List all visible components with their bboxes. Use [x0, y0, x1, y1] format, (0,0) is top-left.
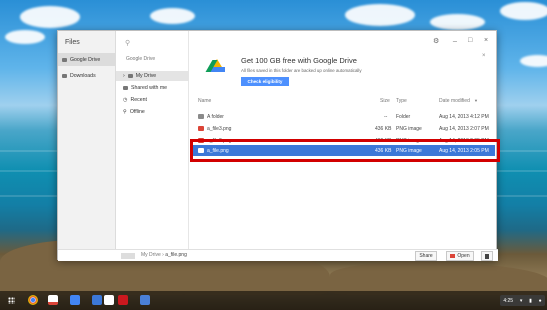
files-app-icon[interactable]: [140, 295, 150, 305]
pin-icon: ⚲: [123, 109, 127, 115]
gmail-icon[interactable]: [48, 295, 58, 305]
clock-icon: ◷: [123, 97, 128, 103]
sort-arrow-icon: ▼: [474, 98, 478, 103]
tree-item-label: Shared with me: [131, 85, 168, 91]
wifi-icon: ▾: [519, 297, 523, 304]
footer-bar: My Drive › a_file.png Share Open: [58, 249, 498, 261]
file-row[interactable]: a_file3.png 436 KB PNG image Aug 14, 201…: [192, 123, 495, 134]
tree-item-shared-with-me[interactable]: Shared with me: [116, 83, 189, 93]
share-button-label: Share: [419, 253, 433, 259]
app-title: Files: [65, 39, 80, 46]
chrome-icon[interactable]: [28, 295, 38, 305]
breadcrumb-root[interactable]: My Drive: [141, 252, 161, 258]
breadcrumb-separator: ›: [162, 252, 164, 258]
trash-icon: [485, 253, 489, 259]
file-name: A folder: [207, 114, 224, 120]
thumbnail-preview: [121, 253, 135, 259]
tree-item-label: Offline: [129, 109, 145, 115]
volume-sidebar: Files Google Drive Downloads: [58, 31, 116, 261]
file-type: Folder: [396, 114, 411, 120]
sidebar-item-label: Downloads: [70, 72, 96, 79]
status-tray[interactable]: 4:25 ▾ ▮ ●: [500, 295, 545, 306]
tree-item-label: My Drive: [135, 73, 157, 79]
battery-icon: ▮: [529, 297, 532, 304]
file-row[interactable]: A folder -- Folder Aug 14, 2013 4:12 PM: [192, 111, 495, 122]
breadcrumb: My Drive › a_file.png: [141, 252, 187, 258]
drive-promo-banner: Get 100 GB free with Google Drive All fi…: [198, 51, 486, 91]
column-header-type[interactable]: Type: [396, 98, 407, 104]
people-icon: [123, 86, 128, 90]
open-app-icon: [450, 254, 456, 258]
tree-item-recent[interactable]: ◷ Recent: [116, 95, 189, 105]
open-button[interactable]: Open: [446, 251, 474, 261]
sidebar-item-downloads[interactable]: Downloads: [58, 69, 116, 82]
breadcrumb-current: a_file.png: [165, 252, 187, 258]
open-button-label: Open: [457, 253, 470, 259]
file-name: a_file3.png: [207, 126, 232, 132]
google-drive-logo: [209, 59, 225, 72]
banner-title: Get 100 GB free with Google Drive: [241, 56, 357, 65]
tree-item-offline[interactable]: ⚲ Offline: [116, 107, 189, 117]
directory-tree: Google Drive › My Drive Shared with me ◷…: [116, 31, 189, 249]
tree-header: Google Drive: [126, 56, 156, 62]
google-search-icon[interactable]: [70, 295, 80, 305]
drive-app-icon[interactable]: [104, 295, 114, 305]
column-header-name[interactable]: Name: [198, 98, 211, 104]
delete-button[interactable]: [481, 251, 493, 261]
drive-icon: [62, 57, 67, 62]
account-icon: ●: [538, 297, 542, 304]
folder-icon: [127, 74, 133, 78]
image-file-icon: [198, 126, 204, 131]
chevron-right-icon: ›: [123, 73, 125, 79]
file-size: 436 KB: [375, 126, 392, 132]
sidebar-item-label: Google Drive: [70, 56, 101, 63]
shelf: 4:25 ▾ ▮ ●: [0, 291, 547, 310]
youtube-icon[interactable]: [118, 295, 128, 305]
banner-subtitle: All files saved in this folder are backe…: [241, 68, 362, 73]
file-type: PNG image: [396, 126, 422, 132]
tree-item-label: Recent: [130, 97, 147, 103]
sidebar-item-google-drive[interactable]: Google Drive: [58, 53, 116, 66]
gear-icon[interactable]: ⚙: [433, 37, 439, 45]
close-icon[interactable]: ×: [482, 53, 486, 59]
maximize-button[interactable]: □: [468, 37, 472, 44]
check-eligibility-button[interactable]: Check eligibility: [241, 77, 289, 86]
docs-icon[interactable]: [92, 295, 102, 305]
file-size: --: [384, 114, 388, 120]
highlight-box: [190, 139, 500, 162]
tree-item-my-drive[interactable]: › My Drive: [116, 71, 189, 81]
column-header-date[interactable]: Date modified: [439, 98, 470, 104]
close-button[interactable]: ×: [484, 37, 488, 44]
download-icon: [62, 73, 67, 78]
column-header-size[interactable]: Size: [380, 98, 390, 104]
file-date: Aug 14, 2013 4:12 PM: [439, 114, 489, 120]
share-button[interactable]: Share: [415, 251, 437, 261]
folder-icon: [198, 114, 204, 119]
file-date: Aug 14, 2013 2:07 PM: [439, 126, 489, 132]
app-launcher-icon[interactable]: [8, 297, 15, 304]
clock-time: 4:25: [503, 297, 514, 304]
minimize-button[interactable]: _: [453, 35, 457, 42]
